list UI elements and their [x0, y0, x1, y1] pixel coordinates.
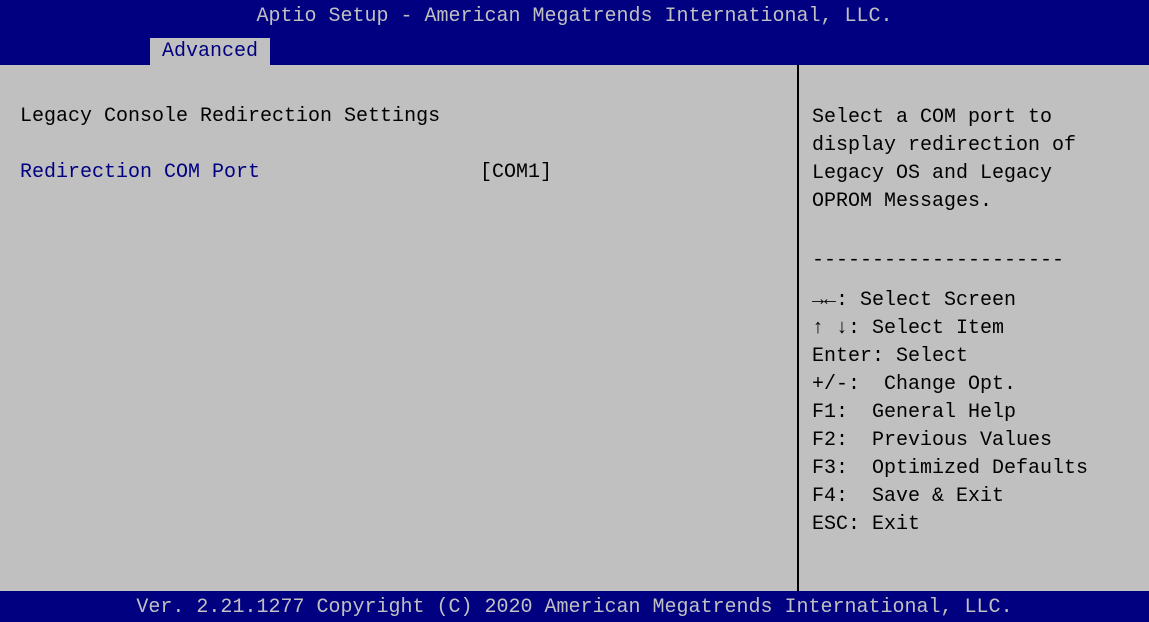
- help-description-line: Legacy OS and Legacy: [812, 162, 1053, 185]
- tab-advanced[interactable]: Advanced: [150, 38, 271, 65]
- key-change-option: +/-: Change Opt.: [812, 373, 1017, 396]
- key-legend: →←: Select Screen ↑ ↓: Select Item Enter…: [812, 287, 1147, 539]
- title-bar: Aptio Setup - American Megatrends Intern…: [0, 0, 1149, 35]
- section-title: Legacy Console Redirection Settings: [20, 105, 441, 128]
- key-enter-select: Enter: Select: [812, 345, 969, 368]
- setting-value[interactable]: [COM1]: [480, 161, 552, 184]
- key-select-screen: →←: Select Screen: [812, 289, 1017, 312]
- key-previous-values: F2: Previous Values: [812, 429, 1053, 452]
- setting-redirection-com-port[interactable]: Redirection COM Port [COM1]: [20, 161, 780, 191]
- key-save-exit: F4: Save & Exit: [812, 485, 1005, 508]
- footer-bar: Ver. 2.21.1277 Copyright (C) 2020 Americ…: [0, 591, 1149, 622]
- tab-bar: Advanced: [0, 35, 1149, 65]
- help-description-line: OPROM Messages.: [812, 190, 993, 213]
- setting-label[interactable]: Redirection COM Port: [20, 161, 260, 184]
- key-select-item: ↑ ↓: Select Item: [812, 317, 1005, 340]
- key-exit: ESC: Exit: [812, 513, 921, 536]
- help-description-line: display redirection of: [812, 134, 1077, 157]
- help-description: Select a COM port to display redirection…: [812, 104, 1147, 216]
- key-optimized-defaults: F3: Optimized Defaults: [812, 457, 1089, 480]
- settings-panel: Legacy Console Redirection Settings Redi…: [0, 65, 797, 591]
- bios-screen: Aptio Setup - American Megatrends Intern…: [0, 0, 1149, 622]
- window-title: Aptio Setup - American Megatrends Intern…: [256, 5, 893, 28]
- help-description-line: Select a COM port to: [812, 106, 1053, 129]
- key-general-help: F1: General Help: [812, 401, 1017, 424]
- help-panel: Select a COM port to display redirection…: [799, 65, 1149, 591]
- help-separator: ---------------------: [812, 249, 1065, 272]
- version-copyright: Ver. 2.21.1277 Copyright (C) 2020 Americ…: [136, 596, 1013, 619]
